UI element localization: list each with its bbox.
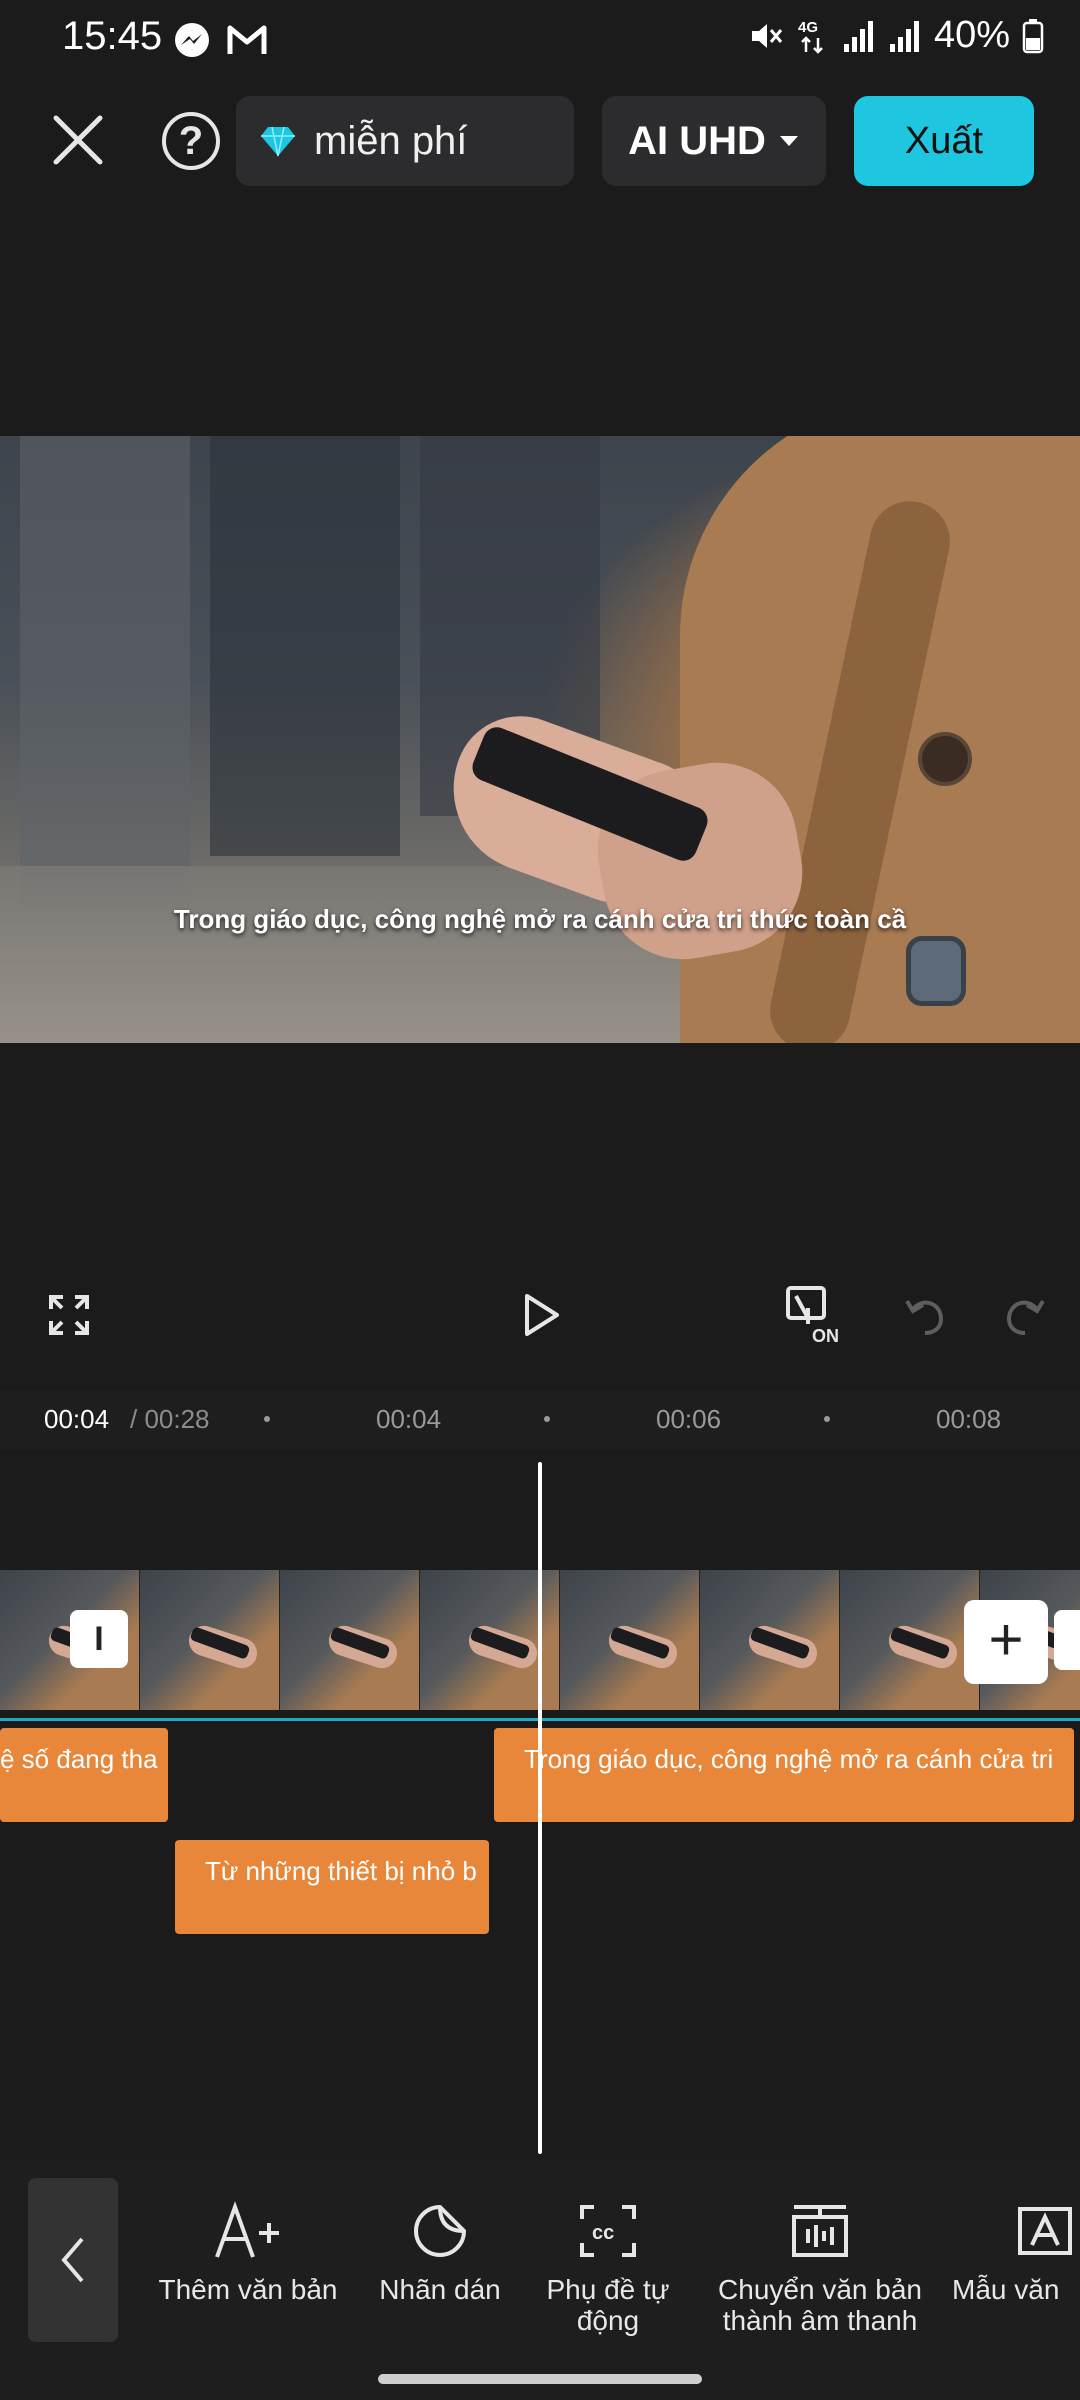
signal-icon [843,20,873,52]
playback-controls: ON [0,1280,1080,1360]
tool-add-text[interactable]: Thêm văn bản [150,2196,346,2305]
fullscreen-icon [49,1295,89,1335]
ruler-tick-label: 00:04 [376,1404,442,1434]
text-clip[interactable]: ệ số đang tha [0,1728,168,1822]
video-preview[interactable]: Trong giáo dục, công nghệ mở ra cánh cửa… [0,436,1080,1043]
tool-label: Mẫu văn [952,2274,1060,2305]
status-right: 4G 40% [746,14,1044,57]
signal-icon [889,20,919,52]
caret-down-icon [779,136,798,146]
messenger-icon [175,23,209,57]
svg-text:ON: ON [812,1326,839,1346]
sticker-icon [414,2204,467,2257]
text-clip[interactable]: Từ những thiết bị nhỏ b [175,1840,489,1934]
gmail-icon [227,25,267,54]
help-icon: ? [178,119,204,163]
play-button[interactable] [506,1280,576,1350]
ruler-dot [264,1416,270,1422]
resolution-label: AI UHD [628,118,766,163]
text-clip[interactable]: Trong giáo dục, công nghệ mở ra cánh cửa… [494,1728,1074,1822]
background-window [210,436,400,856]
home-indicator[interactable] [378,2374,702,2384]
clip-split-handle[interactable]: I [70,1610,128,1668]
background-window [20,436,190,906]
help-button[interactable]: ? [162,112,220,170]
ruler-tick-label: 00:06 [656,1404,722,1434]
watch-shape [906,936,966,1006]
redo-icon [1006,1299,1045,1335]
resolution-dropdown[interactable]: AI UHD [602,96,826,186]
video-frame-thumbnail [700,1570,840,1710]
video-frame-thumbnail [840,1570,980,1710]
preview-subtitle[interactable]: Trong giáo dục, công nghệ mở ra cánh cửa… [0,904,1080,935]
close-button[interactable] [48,110,108,170]
bottom-toolbar: Thêm văn bản Nhãn dán cc Phụ đề tự động [0,2160,1080,2400]
status-time: 15:45 [62,14,163,58]
editor-top-toolbar: ? miễn phí AI UHD Xuất [0,90,1080,190]
pro-free-label: miễn phí [314,118,468,163]
close-icon [53,115,103,165]
play-icon [525,1294,559,1336]
fullscreen-button[interactable] [34,1280,104,1350]
playhead[interactable] [538,1462,542,2154]
video-frame-thumbnail [280,1570,420,1710]
current-time: 00:04 [44,1404,110,1434]
tool-label: Phụ đề tự động [546,2274,670,2336]
auto-captions-icon: cc [580,2205,636,2257]
mute-icon [751,23,783,48]
screen-on-icon: ON [786,1286,839,1346]
status-app-icons [172,20,268,60]
tool-sticker[interactable]: Nhãn dán [366,2196,514,2305]
add-text-icon [215,2201,279,2258]
svg-text:4G: 4G [798,19,818,36]
network-4g-icon: 4G [798,19,823,54]
time-ruler[interactable]: 00:04 / 00:28 00:04 00:06 00:08 [0,1390,1080,1450]
total-duration: / 00:28 [130,1404,210,1434]
ruler-dot [544,1416,550,1422]
text-to-speech-icon [792,2205,848,2257]
video-frame-thumbnail [560,1570,700,1710]
export-button[interactable]: Xuất [854,96,1034,186]
pro-free-badge[interactable]: miễn phí [236,96,574,186]
text-template-icon [1018,2207,1072,2255]
tool-label: Chuyển văn bản thành âm thanh [718,2274,922,2336]
undo-button[interactable] [890,1280,960,1350]
diamond-icon [261,126,295,157]
ruler-dot [824,1416,830,1422]
chevron-left-icon [61,2237,84,2283]
preview-toggle-button[interactable]: ON [780,1280,850,1350]
ruler-tick-label: 00:08 [936,1404,1002,1434]
add-clip-button[interactable]: + [964,1600,1048,1684]
tool-text-template[interactable]: Mẫu văn [952,2196,1080,2305]
tool-label: Thêm văn bản [158,2274,338,2305]
tool-text-to-speech[interactable]: Chuyển văn bản thành âm thanh [700,2196,940,2336]
battery-percent: 40% [933,14,1010,56]
coat-button [918,732,972,786]
redo-button[interactable] [990,1280,1060,1350]
tool-label: Nhãn dán [379,2274,501,2305]
status-bar: 15:45 4G 40% [0,0,1080,80]
video-frame-thumbnail [140,1570,280,1710]
svg-text:cc: cc [592,2222,614,2244]
back-button[interactable] [28,2178,118,2342]
undo-icon [905,1299,944,1335]
tool-auto-captions[interactable]: cc Phụ đề tự động [530,2196,686,2336]
battery-icon [1022,18,1044,53]
next-clip-edge [1054,1610,1080,1670]
